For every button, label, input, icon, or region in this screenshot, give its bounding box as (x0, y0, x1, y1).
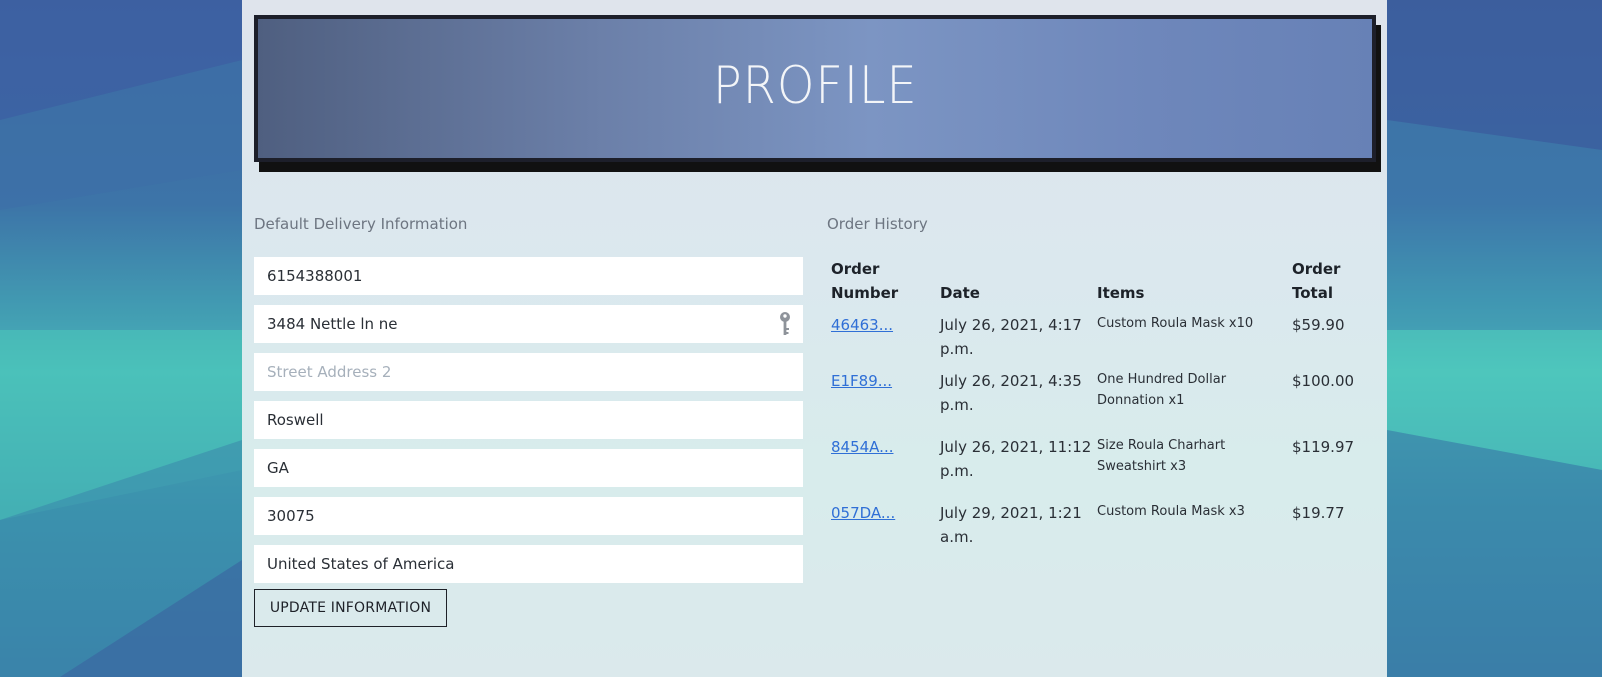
order-date: July 26, 2021, 4:35 p.m. (940, 369, 1082, 417)
order-number-link[interactable]: 8454A... (831, 435, 893, 459)
order-date: July 26, 2021, 4:17 p.m. (940, 313, 1082, 361)
order-history-title: Order History (827, 215, 928, 233)
order-items-line1: Size Roula Charhart (1097, 438, 1226, 453)
street-address-1-field[interactable] (254, 305, 803, 343)
order-items: Custom Roula Mask x10 (1097, 313, 1287, 334)
order-date-line2: p.m. (940, 462, 974, 480)
country-field[interactable] (254, 545, 803, 583)
order-total: $19.77 (1292, 504, 1345, 522)
order-number-link[interactable]: 057DA... (831, 501, 895, 525)
order-total: $100.00 (1292, 372, 1355, 390)
order-items: One Hundred Dollar Donnation x1 (1097, 369, 1287, 411)
profile-banner: PROFILE (254, 15, 1376, 162)
order-total: $119.97 (1292, 438, 1355, 456)
order-number-link[interactable]: E1F89... (831, 369, 892, 393)
order-items-line2: Sweatshirt x3 (1097, 459, 1187, 474)
header-order-number-line2: Number (831, 284, 899, 302)
header-order-total-line1: Order (1292, 260, 1341, 278)
order-date-line1: July 26, 2021, 4:17 (940, 316, 1082, 334)
header-order-number-line1: Order (831, 260, 880, 278)
order-date-line2: p.m. (940, 340, 974, 358)
street-address-2-field[interactable] (254, 353, 803, 391)
update-information-button[interactable]: UPDATE INFORMATION (254, 589, 447, 627)
header-items: Items (1097, 284, 1145, 302)
order-date-line2: a.m. (940, 528, 974, 546)
order-items: Custom Roula Mask x3 (1097, 501, 1287, 522)
order-total: $59.90 (1292, 316, 1345, 334)
order-date-line1: July 26, 2021, 4:35 (940, 372, 1082, 390)
postcode-field[interactable] (254, 497, 803, 535)
header-order-total: Order Total (1292, 257, 1340, 305)
order-items-line1: Custom Roula Mask x10 (1097, 316, 1254, 331)
header-order-total-line2: Total (1292, 284, 1333, 302)
header-order-number: Order Number (831, 257, 898, 305)
order-items: Size Roula Charhart Sweatshirt x3 (1097, 435, 1287, 477)
order-items-line1: One Hundred Dollar (1097, 372, 1227, 387)
phone-field[interactable] (254, 257, 803, 295)
order-date-line1: July 29, 2021, 1:21 (940, 504, 1082, 522)
order-number-link[interactable]: 46463... (831, 313, 893, 337)
order-date-line1: July 26, 2021, 11:12 (940, 438, 1092, 456)
order-date: July 29, 2021, 1:21 a.m. (940, 501, 1082, 549)
order-items-line2: Donnation x1 (1097, 393, 1185, 408)
city-field[interactable] (254, 401, 803, 439)
state-field[interactable] (254, 449, 803, 487)
key-icon[interactable] (777, 311, 793, 337)
page-title: PROFILE (712, 55, 918, 116)
order-date: July 26, 2021, 11:12 p.m. (940, 435, 1091, 483)
header-date: Date (940, 284, 980, 302)
order-date-line2: p.m. (940, 396, 974, 414)
order-items-line1: Custom Roula Mask x3 (1097, 504, 1245, 519)
delivery-section-title: Default Delivery Information (254, 215, 468, 233)
